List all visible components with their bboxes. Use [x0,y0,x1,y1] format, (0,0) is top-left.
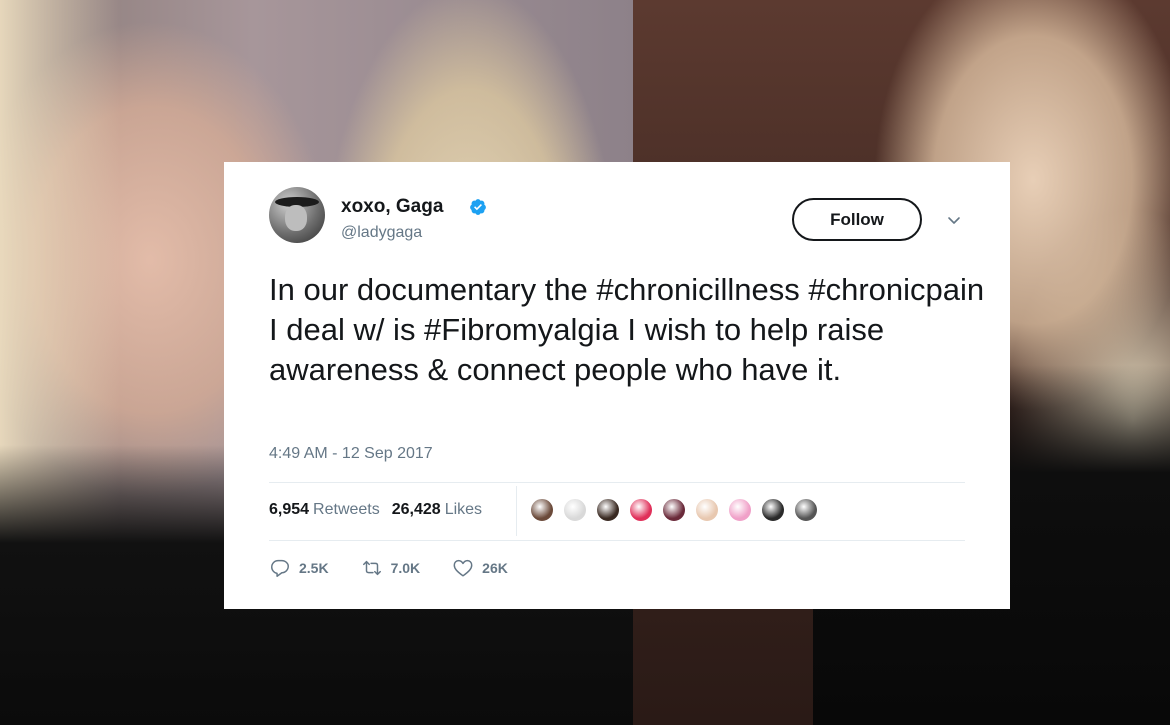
liker-avatar[interactable] [694,497,720,523]
avatar[interactable] [269,187,325,243]
tweet-card: xoxo, Gaga @ladygaga Follow In our docum… [224,162,1010,609]
liker-avatar[interactable] [595,497,621,523]
reply-icon [271,559,289,577]
verified-badge-icon [470,199,486,215]
follow-button[interactable]: Follow [792,198,922,241]
chevron-down-icon[interactable] [946,212,962,228]
reply-count: 2.5K [299,560,329,576]
liker-avatar[interactable] [661,497,687,523]
liker-avatar[interactable] [793,497,819,523]
engagement-stats: 6,954 Retweets 26,428 Likes [269,501,482,519]
likes-label[interactable]: Likes [445,501,482,519]
liker-avatar[interactable] [628,497,654,523]
retweet-icon [362,560,381,576]
tweet-text: In our documentary the #chronicillness #… [269,272,985,387]
retweet-button[interactable]: 7.0K [361,557,421,579]
divider [269,482,965,483]
heart-icon [453,559,473,577]
handle[interactable]: @ladygaga [341,224,422,242]
like-button[interactable]: 26K [452,557,508,579]
likes-count[interactable]: 26,428 [392,501,441,519]
timestamp[interactable]: 4:49 AM - 12 Sep 2017 [269,445,433,463]
like-count: 26K [482,560,508,576]
divider [269,540,965,541]
liker-avatar[interactable] [760,497,786,523]
liker-avatars [529,497,819,523]
retweets-label[interactable]: Retweets [313,501,380,519]
divider [516,486,517,536]
liker-avatar[interactable] [727,497,753,523]
action-bar: 2.5K 7.0K 26K [269,557,540,579]
display-name[interactable]: xoxo, Gaga [341,196,443,218]
retweet-count: 7.0K [390,560,421,576]
reply-button[interactable]: 2.5K [269,557,329,579]
liker-avatar[interactable] [562,497,588,523]
retweets-count[interactable]: 6,954 [269,501,309,519]
liker-avatar[interactable] [529,497,555,523]
